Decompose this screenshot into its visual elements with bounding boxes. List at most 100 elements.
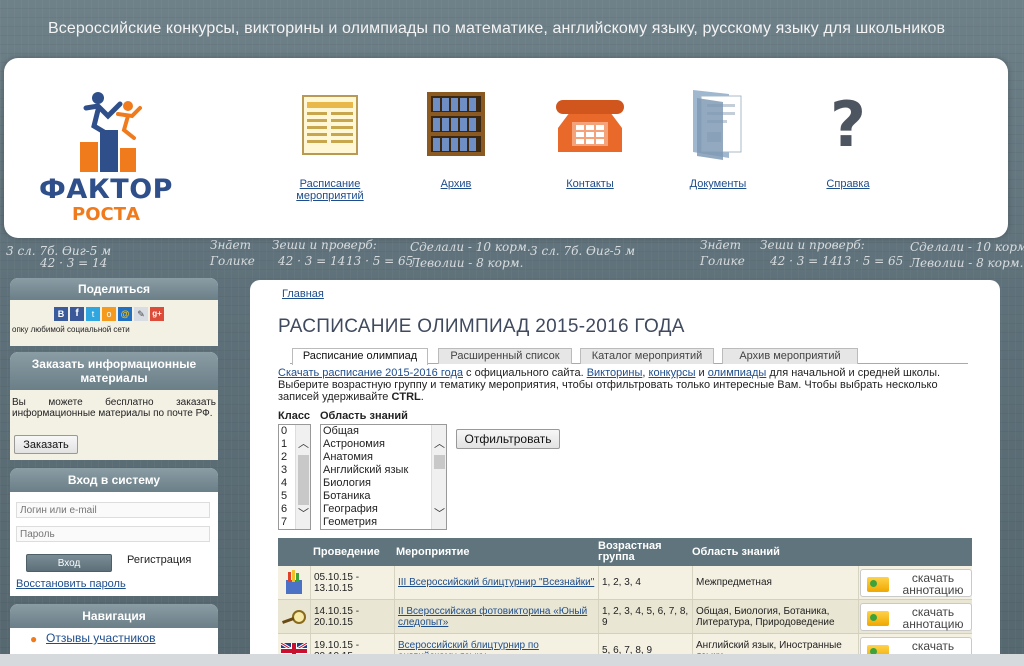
- odnoklassniki-icon[interactable]: o: [102, 307, 116, 321]
- event-link[interactable]: III Всероссийский блицтурнир "Всезнайки": [398, 577, 594, 588]
- order-box: Заказать информационные материалы Вы мож…: [10, 352, 218, 460]
- register-link[interactable]: Регистрация: [127, 554, 191, 566]
- download-icon: [867, 611, 889, 626]
- chalk-text: Голике: [210, 254, 255, 268]
- site-logo[interactable]: ФАКТОР РОСТА: [36, 86, 176, 231]
- nav-reviews-link[interactable]: Отзывы участников: [46, 631, 155, 645]
- nav-contacts[interactable]: Контакты: [530, 82, 650, 190]
- login-box: Вход в систему Вход Регистрация Восстано…: [10, 468, 218, 596]
- logo-subtitle: РОСТА: [72, 204, 140, 225]
- chalk-text: Зна̄ет: [210, 238, 252, 252]
- main-content: Главная РАСПИСАНИЕ ОЛИМПИАД 2015-2016 ГО…: [250, 280, 1000, 666]
- restore-password-link[interactable]: Восстановить пароль: [16, 578, 126, 590]
- breadcrumb-home[interactable]: Главная: [282, 288, 324, 300]
- olympiad-link[interactable]: олимпиады: [708, 367, 767, 379]
- area-option[interactable]: Биология: [321, 477, 446, 490]
- nav-documents-link[interactable]: Документы: [658, 178, 778, 190]
- download-icon: [867, 577, 889, 592]
- vk-icon[interactable]: B: [54, 307, 68, 321]
- share-caption: опку любимой социальной сети: [12, 325, 130, 334]
- col-area: Область знаний: [692, 545, 780, 558]
- class-select[interactable]: 0 1 2 3 4 5 6 7 ︿ ﹀: [278, 424, 311, 530]
- login-field[interactable]: [16, 502, 210, 518]
- nav-schedule-link[interactable]: Расписание мероприятий: [295, 178, 365, 202]
- col-event: Мероприятие: [396, 545, 470, 558]
- logo-figures-icon: [80, 92, 142, 172]
- area-option[interactable]: Английский язык: [321, 464, 446, 477]
- telephone-icon: [555, 82, 625, 162]
- area-option[interactable]: Ботаника: [321, 490, 446, 503]
- archive-shelf-icon: [421, 82, 491, 162]
- area-option[interactable]: Астрономия: [321, 438, 446, 451]
- intro-text: Скачать расписание 2015-2016 года с офиц…: [278, 367, 958, 403]
- download-annotation-button[interactable]: скачать аннотацию: [860, 569, 972, 597]
- area-select[interactable]: Общая Астрономия Анатомия Английский язы…: [320, 424, 447, 530]
- class-scrollbar[interactable]: ︿ ﹀: [295, 425, 310, 529]
- tab-catalog[interactable]: Каталог мероприятий: [580, 348, 714, 364]
- ctrl-key: CTRL: [391, 391, 421, 403]
- order-text: Вы можете бесплатно заказать информацион…: [12, 397, 216, 419]
- area-option[interactable]: Геометрия: [321, 516, 446, 529]
- scroll-down-icon[interactable]: ﹀: [434, 509, 445, 520]
- event-link[interactable]: II Всероссийская фотовикторина «Юный сле…: [398, 606, 595, 628]
- scroll-up-icon[interactable]: ︿: [298, 439, 309, 450]
- order-button[interactable]: Заказать: [14, 435, 78, 454]
- table-row: 05.10.15 - 13.10.15 III Всероссийский бл…: [278, 566, 972, 600]
- chalk-text: Сделали - 10 корм.: [910, 240, 1024, 254]
- site-banner: Всероссийские конкурсы, викторины и олим…: [48, 20, 946, 37]
- chalk-text: Зна̄ет: [700, 238, 742, 252]
- row-dates: 05.10.15 - 13.10.15: [310, 566, 394, 599]
- google-plus-icon[interactable]: g+: [150, 307, 164, 321]
- row-area: Межпредметная: [692, 566, 858, 599]
- tab-archive[interactable]: Архив мероприятий: [722, 348, 858, 364]
- area-option[interactable]: География: [321, 503, 446, 516]
- area-label: Область знаний: [320, 410, 408, 422]
- login-button[interactable]: Вход: [26, 554, 112, 572]
- quiz-link[interactable]: Викторины: [587, 367, 643, 379]
- intro-part: с официального сайта.: [463, 367, 587, 379]
- scroll-thumb[interactable]: [434, 455, 445, 469]
- nav-help[interactable]: ? Справка: [788, 82, 908, 190]
- share-title: Поделиться: [10, 278, 218, 300]
- scroll-up-icon[interactable]: ︿: [434, 439, 445, 450]
- events-table: Проведение Мероприятие Возрастная группа…: [278, 538, 972, 666]
- chalk-text: 42 · 3 = 14: [40, 256, 108, 270]
- livejournal-icon[interactable]: ✎: [134, 307, 148, 321]
- download-schedule-link[interactable]: Скачать расписание 2015-2016 года: [278, 367, 463, 379]
- nav-schedule[interactable]: Расписание мероприятий: [270, 82, 390, 202]
- svg-text:?: ?: [830, 88, 866, 161]
- chalk-text: Голике: [700, 254, 745, 268]
- nav-documents[interactable]: Документы: [658, 82, 778, 190]
- contest-link[interactable]: конкурсы: [649, 367, 696, 379]
- chalk-text: 13 · 5 = 65: [836, 254, 904, 268]
- scroll-thumb[interactable]: [298, 455, 309, 505]
- download-annotation-button[interactable]: скачать аннотацию: [860, 603, 972, 631]
- facebook-icon[interactable]: f: [70, 307, 84, 321]
- mailru-icon[interactable]: @: [118, 307, 132, 321]
- chalk-text: Сделали - 10 корм.: [410, 240, 531, 254]
- password-field[interactable]: [16, 526, 210, 542]
- area-scrollbar[interactable]: ︿ ﹀: [431, 425, 446, 529]
- scroll-down-icon[interactable]: ﹀: [298, 509, 309, 520]
- filter-button[interactable]: Отфильтровать: [456, 429, 560, 449]
- area-option[interactable]: Общая: [321, 425, 446, 438]
- row-area: Общая, Биология, Ботаника, Литература, П…: [692, 600, 858, 633]
- tab-extended-list[interactable]: Расширенный список: [438, 348, 572, 364]
- download-label: скачать аннотацию: [902, 605, 964, 631]
- row-dates: 14.10.15 - 20.10.15: [310, 600, 394, 633]
- chalkboard-decoration: 3 сл. 7б. Ѳиг-5 м 42 · 3 = 14 Зна̄ет Гол…: [0, 236, 1024, 270]
- tab-schedule[interactable]: Расписание олимпиад: [292, 348, 428, 365]
- row-download-cell: скачать аннотацию: [858, 600, 972, 633]
- tab-bar: Расписание олимпиад Расширенный список К…: [290, 348, 968, 365]
- social-icons: B f t o @ ✎ g+: [54, 307, 164, 321]
- area-option[interactable]: Анатомия: [321, 451, 446, 464]
- nav-archive-link[interactable]: Архив: [396, 178, 516, 190]
- window-bottom-bar: [0, 654, 1024, 666]
- twitter-icon[interactable]: t: [86, 307, 100, 321]
- nav-contacts-link[interactable]: Контакты: [530, 178, 650, 190]
- nav-help-link[interactable]: Справка: [788, 178, 908, 190]
- nav-archive[interactable]: Архив: [396, 82, 516, 190]
- chalk-text: 42 · 3 = 14: [770, 254, 838, 268]
- navigation-title: Навигация: [10, 604, 218, 628]
- pencils-cup-icon: [278, 566, 310, 599]
